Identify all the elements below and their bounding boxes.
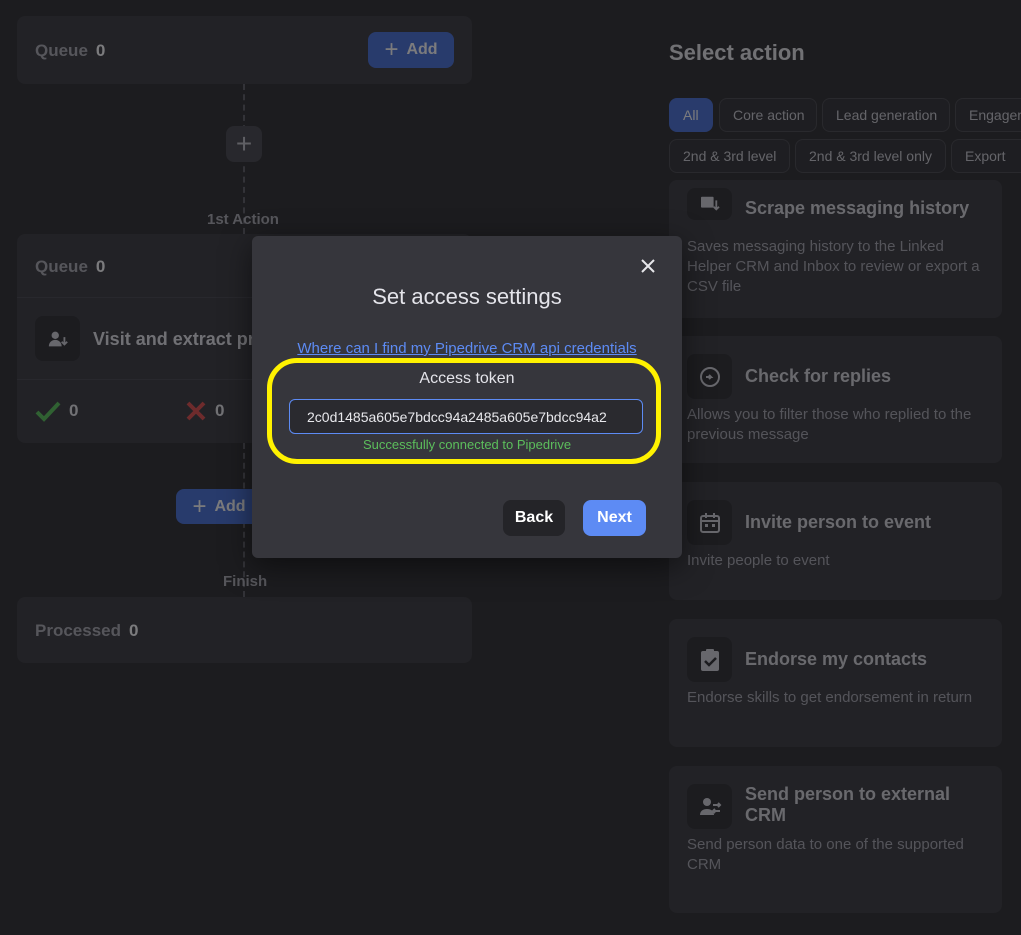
action-title: Invite person to event [745, 512, 932, 532]
person-transfer-icon [687, 784, 732, 829]
panel-title: Select action [669, 40, 805, 65]
action-desc: Invite people to event [687, 552, 830, 569]
replies-icon [687, 354, 732, 399]
next-button[interactable]: Next [583, 500, 646, 536]
action-card-check-replies[interactable]: Check for replies Allows you to filter t… [669, 336, 1002, 463]
action-desc: Send person data to one of the supported… [687, 836, 964, 873]
plus-icon: + [235, 128, 253, 159]
queue-card-top: Queue 0 + Add [17, 16, 472, 84]
processed-label: Processed [35, 621, 121, 640]
action-title: Endorse my contacts [745, 649, 928, 669]
action-desc: Allows you to filter those who replied t… [687, 406, 972, 443]
access-token-input[interactable] [289, 399, 643, 434]
filter-chip-export[interactable]: Export [951, 139, 1021, 173]
access-settings-modal: Set access settings Where can I find my … [252, 236, 682, 558]
action-name: Visit and extract pr [93, 329, 255, 349]
queue-label: Queue [35, 257, 88, 276]
action-title: Send person to external CRM [745, 784, 951, 825]
connection-success-text: Successfully connected to Pipedrive [362, 437, 572, 452]
processed-card: Processed 0 [17, 597, 472, 663]
action-card-external-crm[interactable]: Send person to external CRM Send person … [669, 766, 1002, 913]
plus-icon: + [192, 492, 207, 520]
plus-icon: + [384, 36, 399, 63]
success-stat: 0 [35, 400, 78, 422]
action-title: Check for replies [745, 366, 892, 386]
action-card-invite-event[interactable]: Invite person to event Invite people to … [669, 482, 1002, 600]
finish-label: Finish [223, 573, 268, 590]
add-button-mid[interactable]: + Add [176, 489, 262, 524]
action-card-scrape-history[interactable]: Scrape messaging history Saves messaging… [669, 180, 1002, 318]
filter-chip-2nd-3rd[interactable]: 2nd & 3rd level [669, 139, 790, 173]
queue-label: Queue [35, 41, 88, 60]
action-desc: Endorse skills to get endorsement in ret… [687, 689, 973, 706]
access-token-label: Access token [419, 370, 515, 387]
back-button[interactable]: Back [503, 500, 565, 536]
cross-icon [186, 401, 206, 421]
queue-count: 0 [95, 257, 106, 276]
action-card-endorse[interactable]: Endorse my contacts Endorse skills to ge… [669, 619, 1002, 747]
visit-extract-icon [35, 316, 80, 361]
filter-chip-core-action[interactable]: Core action [719, 98, 817, 132]
filter-chip-engagement[interactable]: Engagement [955, 98, 1021, 132]
add-step-button[interactable]: + [226, 126, 262, 162]
queue-count: 0 [95, 41, 106, 60]
check-icon [35, 401, 61, 422]
fail-stat: 0 [185, 400, 224, 422]
add-button-top[interactable]: + Add [368, 32, 454, 68]
filter-chip-2nd-3rd-only[interactable]: 2nd & 3rd level only [795, 139, 946, 173]
clipboard-check-icon [687, 637, 732, 682]
scrape-history-icon [687, 188, 732, 220]
action-desc: Saves messaging history to the Linked He… [687, 238, 980, 295]
first-action-label: 1st Action [207, 211, 279, 228]
filter-chip-lead-generation[interactable]: Lead generation [822, 98, 950, 132]
modal-title: Set access settings [372, 284, 562, 309]
credentials-help-link[interactable]: Where can I find my Pipedrive CRM api cr… [252, 340, 682, 357]
calendar-icon [687, 500, 732, 545]
action-title: Scrape messaging history [745, 198, 970, 218]
processed-count: 0 [129, 621, 139, 640]
close-icon[interactable] [636, 254, 660, 278]
filter-chip-all[interactable]: All [669, 98, 713, 132]
